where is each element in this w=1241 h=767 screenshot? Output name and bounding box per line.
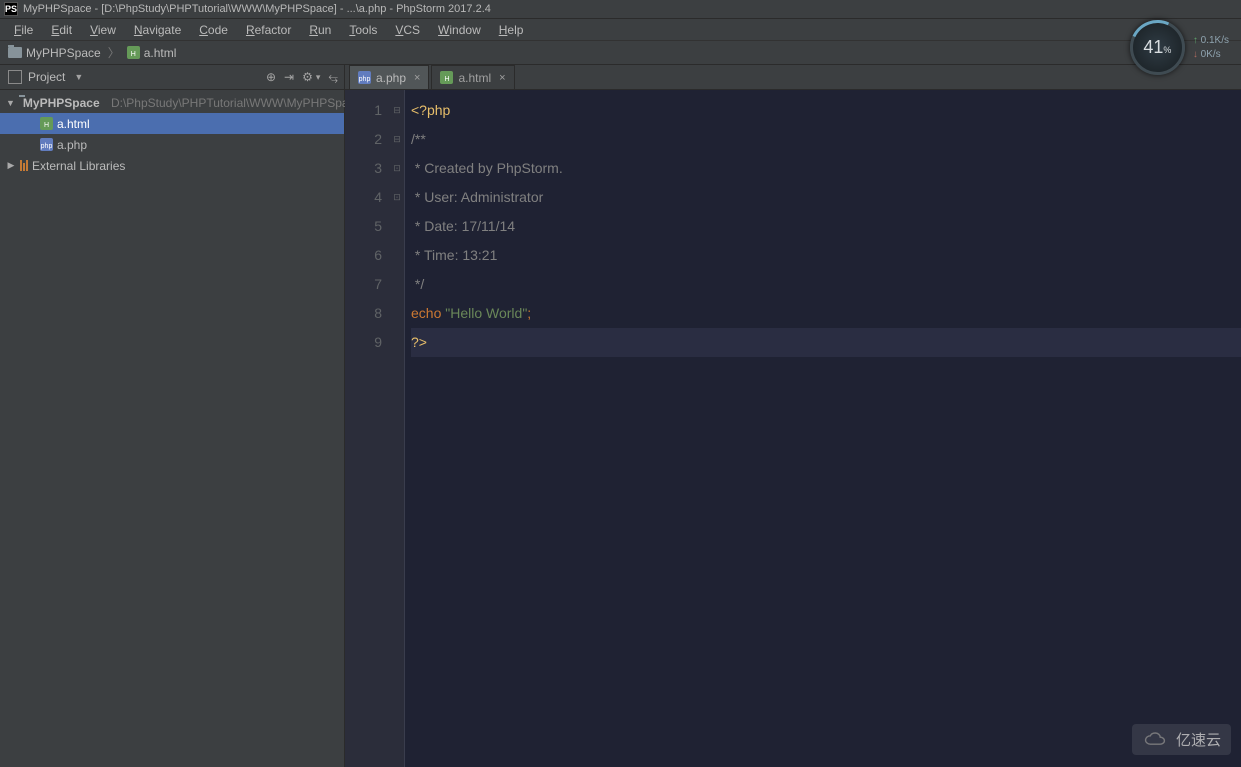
tree-file-label: a.php [57, 138, 87, 152]
title-bar: PS MyPHPSpace - [D:\PhpStudy\PHPTutorial… [0, 0, 1241, 19]
php-file-icon: php [40, 138, 53, 151]
project-tree: ▼ MyPHPSpace D:\PhpStudy\PHPTutorial\WWW… [0, 90, 344, 176]
watermark-text: 亿速云 [1176, 729, 1221, 750]
menu-tools[interactable]: Tools [341, 21, 385, 39]
menu-code[interactable]: Code [191, 21, 236, 39]
line-gutter: 123456789 [345, 90, 390, 767]
tree-file[interactable]: Ha.html [0, 113, 344, 134]
html-file-icon: H [440, 71, 453, 84]
hud-download: 0K/s [1193, 48, 1229, 62]
menu-edit[interactable]: Edit [43, 21, 80, 39]
sidebar-toolbar: ⊕ ⇥ ⚙▾ ⥃ [266, 70, 338, 85]
watermark: 亿速云 [1132, 724, 1231, 755]
sidebar-title[interactable]: Project [28, 70, 65, 84]
hud-upload: 0.1K/s [1193, 34, 1229, 48]
project-path: D:\PhpStudy\PHPTutorial\WWW\MyPHPSpace [111, 96, 361, 110]
editor-tab[interactable]: php a.php × [349, 65, 429, 89]
html-file-icon: H [40, 117, 53, 130]
breadcrumb-file-label: a.html [144, 46, 177, 60]
breadcrumb-root[interactable]: MyPHPSpace [8, 46, 101, 60]
caret-right-icon: ▶ [6, 160, 16, 171]
cloud-icon [1142, 731, 1170, 749]
tab-label: a.html [458, 71, 491, 85]
php-file-icon: php [358, 71, 371, 84]
collapse-icon[interactable]: ⇥ [284, 70, 294, 85]
code-area[interactable]: <?php/** * Created by PhpStorm. * User: … [405, 90, 1241, 767]
breadcrumb-root-label: MyPHPSpace [26, 46, 101, 60]
editor-body[interactable]: 123456789 ⊟⊟⊡⊡ <?php/** * Created by Php… [345, 90, 1241, 767]
editor-tabs: php a.php × Ha.html × [345, 65, 1241, 90]
gear-icon[interactable]: ⚙▾ [302, 70, 320, 85]
caret-down-icon: ▼ [6, 98, 15, 108]
menu-refactor[interactable]: Refactor [238, 21, 299, 39]
menu-window[interactable]: Window [430, 21, 489, 39]
breadcrumb-file[interactable]: H a.html [127, 46, 177, 60]
libraries-icon [20, 160, 28, 171]
locate-icon[interactable]: ⊕ [266, 70, 276, 85]
project-view-icon [8, 70, 22, 84]
fold-column: ⊟⊟⊡⊡ [390, 90, 405, 767]
hud-percent: 41 [1143, 37, 1163, 57]
project-name: MyPHPSpace [23, 96, 100, 110]
app-logo-icon: PS [4, 2, 18, 16]
editor-area: php a.php × Ha.html × 123456789 ⊟⊟⊡⊡ <?php/*… [345, 65, 1241, 767]
menu-run[interactable]: Run [301, 21, 339, 39]
external-libraries-label: External Libraries [32, 159, 125, 173]
window-title: MyPHPSpace - [D:\PhpStudy\PHPTutorial\WW… [23, 3, 491, 15]
project-sidebar: Project ▼ ⊕ ⇥ ⚙▾ ⥃ ▼ MyPHPSpace D:\PhpSt… [0, 65, 345, 767]
html-file-icon: H [127, 46, 140, 59]
close-icon[interactable]: × [499, 72, 505, 84]
chevron-down-icon[interactable]: ▼ [74, 72, 83, 82]
editor-tab[interactable]: Ha.html × [431, 65, 514, 89]
close-icon[interactable]: × [414, 72, 420, 84]
tree-external-libraries[interactable]: ▶ External Libraries [0, 155, 344, 176]
network-hud: 41% 0.1K/s 0K/s [1130, 20, 1229, 75]
hud-gauge: 41% [1130, 20, 1185, 75]
folder-icon [8, 47, 22, 58]
menu-bar: FileEditViewNavigateCodeRefactorRunTools… [0, 19, 1241, 41]
menu-view[interactable]: View [82, 21, 124, 39]
menu-vcs[interactable]: VCS [387, 21, 428, 39]
breadcrumb: MyPHPSpace 〉 H a.html [0, 41, 1241, 65]
tree-file[interactable]: php a.php [0, 134, 344, 155]
tab-label: a.php [376, 71, 406, 85]
menu-navigate[interactable]: Navigate [126, 21, 189, 39]
chevron-right-icon: 〉 [108, 44, 120, 61]
menu-file[interactable]: File [6, 21, 41, 39]
tree-project-root[interactable]: ▼ MyPHPSpace D:\PhpStudy\PHPTutorial\WWW… [0, 92, 344, 113]
hide-icon[interactable]: ⥃ [328, 70, 338, 85]
tree-file-label: a.html [57, 117, 90, 131]
sidebar-header: Project ▼ ⊕ ⇥ ⚙▾ ⥃ [0, 65, 344, 90]
menu-help[interactable]: Help [491, 21, 532, 39]
